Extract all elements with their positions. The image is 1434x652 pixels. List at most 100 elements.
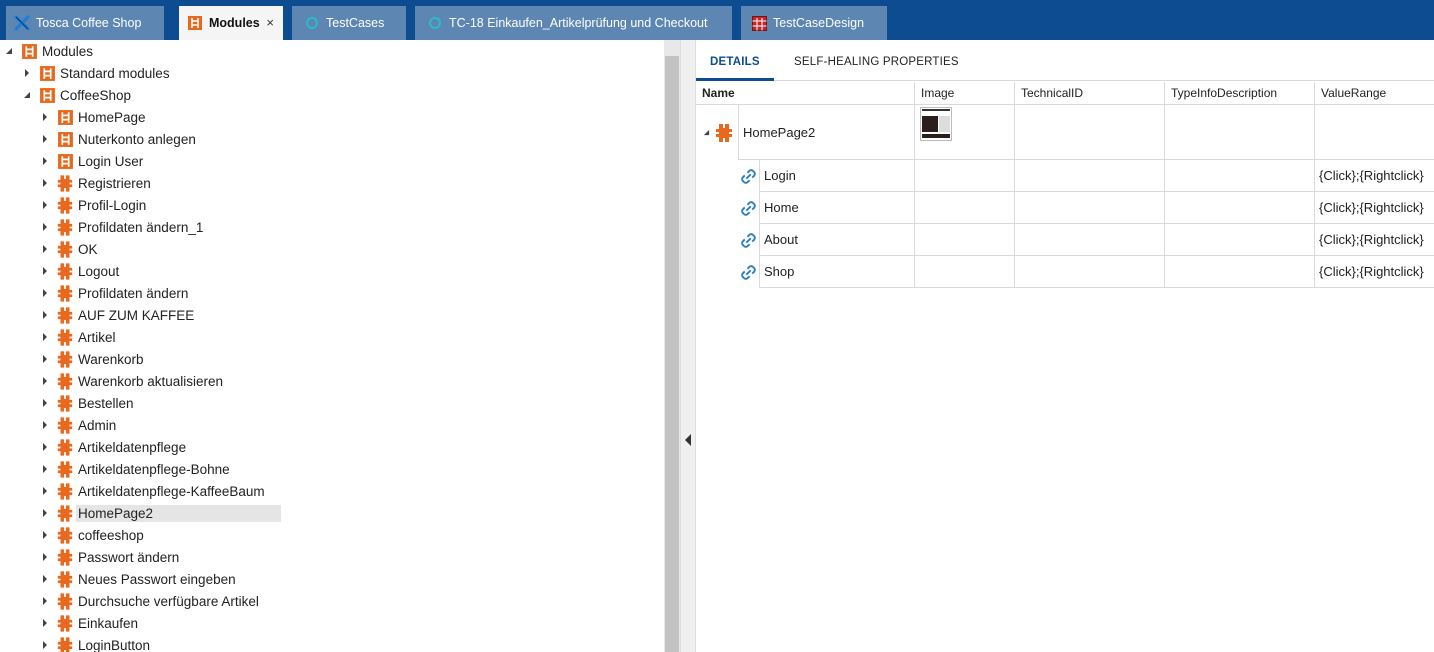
module-row-image[interactable] xyxy=(915,105,1015,160)
tree-node-item[interactable]: LoginButton xyxy=(40,634,150,652)
attribute-valuerange-cell[interactable]: {Click};{Rightclick} xyxy=(1315,192,1434,224)
tree-node-item[interactable]: Bestellen xyxy=(40,392,134,414)
tree-node-item[interactable]: Nuterkonto anlegen xyxy=(40,128,196,150)
tree-node-item[interactable]: Login User xyxy=(40,150,143,172)
module-row-name[interactable]: HomePage2 xyxy=(738,105,915,160)
attribute-typeinfo-cell[interactable] xyxy=(1165,192,1315,224)
tab-modules[interactable]: Modules × xyxy=(179,6,283,40)
panel-splitter[interactable] xyxy=(680,40,696,652)
tab-details[interactable]: DETAILS xyxy=(710,56,760,68)
attribute-image-cell[interactable] xyxy=(915,256,1015,288)
expand-arrow-icon[interactable] xyxy=(40,178,50,188)
attribute-typeinfo-cell[interactable] xyxy=(1165,256,1315,288)
collapse-arrow-icon[interactable] xyxy=(22,90,32,100)
tree-node-item[interactable]: Warenkorb aktualisieren xyxy=(40,370,223,392)
expand-arrow-icon[interactable] xyxy=(40,288,50,298)
attribute-image-cell[interactable] xyxy=(915,160,1015,192)
attribute-name-cell[interactable]: Shop xyxy=(759,256,915,288)
attribute-name-cell[interactable]: Login xyxy=(759,160,915,192)
attribute-name-cell[interactable]: About xyxy=(759,224,915,256)
expand-arrow-icon[interactable] xyxy=(40,398,50,408)
tab-testcases[interactable]: TestCases xyxy=(292,6,406,40)
column-header-name[interactable]: Name xyxy=(696,82,915,105)
expand-arrow-icon[interactable] xyxy=(40,464,50,474)
collapse-arrow-icon[interactable] xyxy=(4,46,14,56)
attribute-valuerange-cell[interactable]: {Click};{Rightclick} xyxy=(1315,224,1434,256)
tree-node-coffeeshop[interactable]: CoffeeShop xyxy=(22,84,131,106)
expand-arrow-icon[interactable] xyxy=(40,420,50,430)
expand-arrow-icon[interactable] xyxy=(40,266,50,276)
expand-arrow-icon[interactable] xyxy=(40,442,50,452)
tab-testcasedesign[interactable]: TestCaseDesign xyxy=(741,6,887,40)
expand-arrow-icon[interactable] xyxy=(40,156,50,166)
close-icon[interactable]: × xyxy=(266,15,274,30)
tab-tosca-coffee-shop[interactable]: Tosca Coffee Shop xyxy=(6,6,164,40)
attribute-image-cell[interactable] xyxy=(915,224,1015,256)
attribute-technicalid-cell[interactable] xyxy=(1015,192,1165,224)
expand-arrow-icon[interactable] xyxy=(40,530,50,540)
tab-tc18[interactable]: TC-18 Einkaufen_Artikelprüfung und Check… xyxy=(415,6,732,40)
module-row-typeinfodescription[interactable] xyxy=(1165,105,1315,160)
expand-arrow-icon[interactable] xyxy=(40,508,50,518)
column-header-typeinfodescription[interactable]: TypeInfoDescription xyxy=(1165,82,1315,105)
tree-node-item[interactable]: coffeeshop xyxy=(40,524,144,546)
expand-arrow-icon[interactable] xyxy=(40,376,50,386)
collapse-arrow-icon[interactable] xyxy=(703,129,710,136)
tree-node-item[interactable]: Artikel xyxy=(40,326,116,348)
tree-node-item[interactable]: Profil-Login xyxy=(40,194,146,216)
tree-node-item[interactable]: Einkaufen xyxy=(40,612,138,634)
scrollbar-thumb[interactable] xyxy=(665,56,679,652)
tree-node-item[interactable]: Logout xyxy=(40,260,119,282)
expand-arrow-icon[interactable] xyxy=(40,354,50,364)
tree-node-modules[interactable]: Modules xyxy=(4,40,93,62)
attribute-name-cell[interactable]: Home xyxy=(759,192,915,224)
tree-node-item[interactable]: Registrieren xyxy=(40,172,151,194)
tab-self-healing-properties[interactable]: SELF-HEALING PROPERTIES xyxy=(794,56,959,68)
expand-arrow-icon[interactable] xyxy=(40,134,50,144)
column-header-technicalid[interactable]: TechnicalID xyxy=(1015,82,1165,105)
module-row-technicalid[interactable] xyxy=(1015,105,1165,160)
expand-arrow-icon[interactable] xyxy=(40,244,50,254)
tree-node-item[interactable]: Profildaten ändern_1 xyxy=(40,216,203,238)
tree-node-item[interactable]: Passwort ändern xyxy=(40,546,179,568)
expand-arrow-icon[interactable] xyxy=(40,332,50,342)
expand-arrow-icon[interactable] xyxy=(40,112,50,122)
expand-arrow-icon[interactable] xyxy=(40,596,50,606)
attribute-typeinfo-cell[interactable] xyxy=(1165,160,1315,192)
tree-node-item[interactable]: Artikeldatenpflege xyxy=(40,436,186,458)
tree-node-item[interactable]: Profildaten ändern xyxy=(40,282,188,304)
column-header-valuerange[interactable]: ValueRange xyxy=(1315,82,1434,105)
tree-node-item[interactable]: Admin xyxy=(40,414,116,436)
tree-node-item[interactable]: AUF ZUM KAFFEE xyxy=(40,304,194,326)
tree-node-item[interactable]: Artikeldatenpflege-KaffeeBaum xyxy=(40,480,265,502)
page-screenshot-thumbnail[interactable] xyxy=(920,107,952,141)
expand-arrow-icon[interactable] xyxy=(40,574,50,584)
tree-node-item[interactable]: HomePage2 xyxy=(40,502,282,524)
expand-arrow-icon[interactable] xyxy=(40,222,50,232)
tree-node-item[interactable]: Artikeldatenpflege-Bohne xyxy=(40,458,230,480)
tree-node-item[interactable]: HomePage xyxy=(40,106,146,128)
attribute-technicalid-cell[interactable] xyxy=(1015,256,1165,288)
module-row-valuerange[interactable] xyxy=(1315,105,1434,160)
tree-node-item[interactable]: Durchsuche verfügbare Artikel xyxy=(40,590,259,612)
tree-node-item[interactable]: Warenkorb xyxy=(40,348,144,370)
expand-arrow-icon[interactable] xyxy=(40,618,50,628)
expand-arrow-icon[interactable] xyxy=(40,552,50,562)
module-row-expander[interactable] xyxy=(696,105,738,160)
tree-node-item[interactable]: OK xyxy=(40,238,98,260)
tree-scrollbar[interactable] xyxy=(664,40,680,652)
attribute-technicalid-cell[interactable] xyxy=(1015,160,1165,192)
attribute-typeinfo-cell[interactable] xyxy=(1165,224,1315,256)
attribute-image-cell[interactable] xyxy=(915,192,1015,224)
tree-node-standard-modules[interactable]: Standard modules xyxy=(22,62,170,84)
expand-arrow-icon[interactable] xyxy=(40,486,50,496)
column-header-image[interactable]: Image xyxy=(915,82,1015,105)
attribute-technicalid-cell[interactable] xyxy=(1015,224,1165,256)
collapse-panel-arrow-icon[interactable] xyxy=(685,434,691,446)
attribute-valuerange-cell[interactable]: {Click};{Rightclick} xyxy=(1315,160,1434,192)
expand-arrow-icon[interactable] xyxy=(40,200,50,210)
attribute-valuerange-cell[interactable]: {Click};{Rightclick} xyxy=(1315,256,1434,288)
expand-arrow-icon[interactable] xyxy=(40,640,50,650)
tree-node-item[interactable]: Neues Passwort eingeben xyxy=(40,568,236,590)
expand-arrow-icon[interactable] xyxy=(22,68,32,78)
